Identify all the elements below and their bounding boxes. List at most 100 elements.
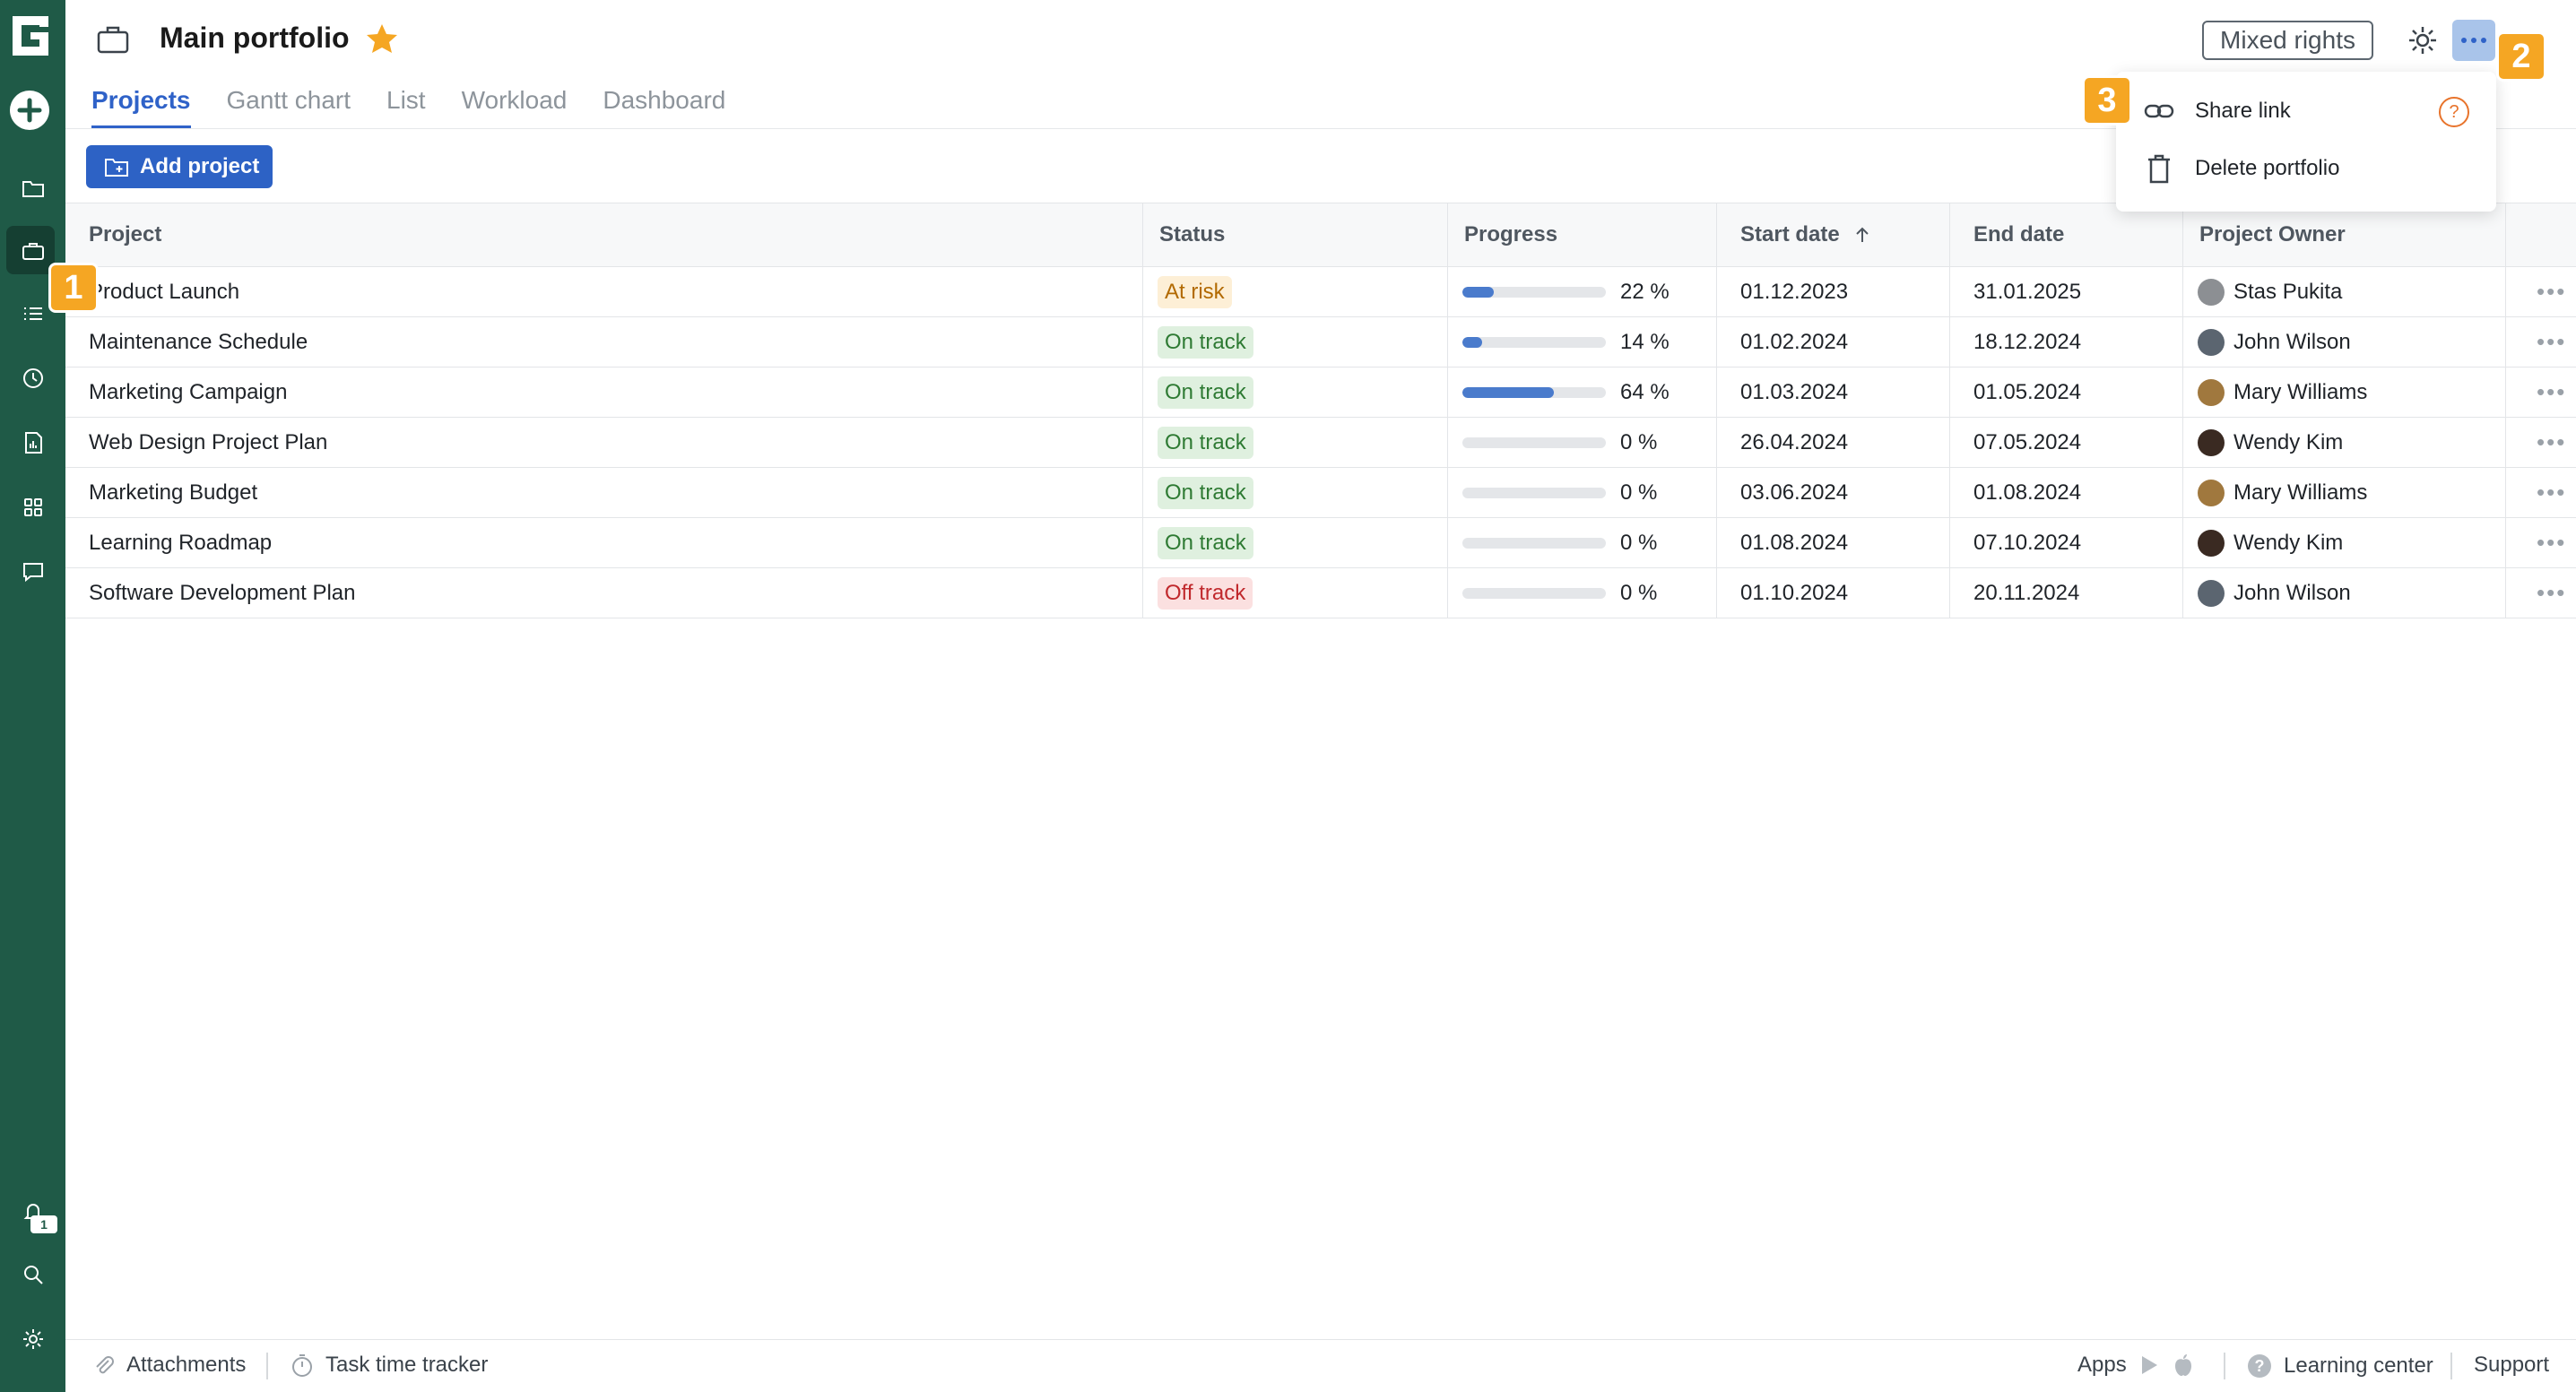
column-header-progress[interactable]: Progress (1448, 203, 1717, 266)
row-actions-cell[interactable]: ••• (2506, 317, 2576, 367)
project-name-cell[interactable]: Web Design Project Plan (65, 418, 1143, 467)
footer-attachments[interactable]: Attachments (92, 1353, 246, 1378)
footer-apps[interactable]: Apps (2077, 1353, 2195, 1378)
table-row[interactable]: Software Development Plan Off track 0 % 01.… (65, 568, 2576, 618)
project-name[interactable]: Product Launch (89, 280, 239, 305)
sidebar-item-chat[interactable] (0, 545, 65, 599)
project-name[interactable]: Maintenance Schedule (89, 330, 308, 355)
end-date-cell[interactable]: 20.11.2024 (1950, 568, 2183, 618)
end-date-cell[interactable]: 07.10.2024 (1950, 518, 2183, 567)
menu-item-share-link[interactable]: Share link (2143, 93, 2291, 129)
start-date-cell[interactable]: 01.02.2024 (1717, 317, 1950, 367)
status-badge[interactable]: At risk (1158, 275, 1232, 308)
end-date-cell[interactable]: 31.01.2025 (1950, 267, 2183, 316)
sidebar-item-time[interactable] (0, 351, 65, 405)
project-name-cell[interactable]: Marketing Campaign (65, 367, 1143, 417)
row-actions-cell[interactable]: ••• (2506, 418, 2576, 467)
project-name-cell[interactable]: Maintenance Schedule (65, 317, 1143, 367)
help-icon[interactable]: ? (2439, 97, 2469, 127)
column-header-end-date[interactable]: End date (1950, 203, 2183, 266)
status-badge[interactable]: On track (1158, 426, 1253, 459)
footer-time-tracker[interactable]: Task time tracker (290, 1353, 488, 1378)
row-more-icon[interactable]: ••• (2537, 479, 2566, 506)
column-header-status[interactable]: Status (1143, 203, 1448, 266)
end-date-cell[interactable]: 18.12.2024 (1950, 317, 2183, 367)
status-cell[interactable]: On track (1143, 317, 1448, 367)
row-more-icon[interactable]: ••• (2537, 378, 2566, 406)
row-more-icon[interactable]: ••• (2537, 529, 2566, 557)
status-cell[interactable]: On track (1143, 518, 1448, 567)
status-badge[interactable]: On track (1158, 476, 1253, 509)
table-row[interactable]: Product Launch At risk 22 % 01.12.2023 31.01… (65, 267, 2576, 317)
status-cell[interactable]: At risk (1143, 267, 1448, 316)
row-actions-cell[interactable]: ••• (2506, 367, 2576, 417)
sidebar-item-apps[interactable] (0, 480, 65, 534)
status-cell[interactable]: On track (1143, 418, 1448, 467)
status-badge[interactable]: On track (1158, 325, 1253, 359)
sidebar-item-projects[interactable] (0, 161, 65, 215)
row-more-icon[interactable]: ••• (2537, 328, 2566, 356)
column-header-project[interactable]: Project (65, 203, 1143, 266)
start-date-cell[interactable]: 03.06.2024 (1717, 468, 1950, 517)
table-row[interactable]: Learning Roadmap On track 0 % 01.08.2024 07.… (65, 518, 2576, 568)
row-actions-cell[interactable]: ••• (2506, 568, 2576, 618)
table-row[interactable]: Marketing Budget On track 0 % 03.06.2024 01.… (65, 468, 2576, 518)
table-row[interactable]: Web Design Project Plan On track 0 % 26.04.… (65, 418, 2576, 468)
row-more-icon[interactable]: ••• (2537, 579, 2566, 607)
end-date-cell[interactable]: 01.05.2024 (1950, 367, 2183, 417)
end-date-cell[interactable]: 01.08.2024 (1950, 468, 2183, 517)
sidebar-item-search[interactable] (0, 1248, 65, 1301)
project-name[interactable]: Marketing Campaign (89, 380, 287, 405)
owner-cell[interactable]: Wendy Kim (2183, 418, 2506, 467)
project-name-cell[interactable]: Product Launch (65, 267, 1143, 316)
google-play-icon[interactable] (2138, 1353, 2161, 1377)
owner-cell[interactable]: John Wilson (2183, 568, 2506, 618)
status-badge[interactable]: Off track (1158, 576, 1253, 610)
create-new-button[interactable] (10, 91, 49, 130)
sidebar-item-settings[interactable] (0, 1312, 65, 1366)
row-more-icon[interactable]: ••• (2537, 278, 2566, 306)
project-name[interactable]: Marketing Budget (89, 480, 257, 506)
tab-dashboard[interactable]: Dashboard (603, 81, 725, 129)
star-icon[interactable] (364, 22, 400, 57)
apple-icon[interactable] (2172, 1353, 2195, 1378)
table-row[interactable]: Marketing Campaign On track 64 % 01.03.2024… (65, 367, 2576, 418)
project-name-cell[interactable]: Software Development Plan (65, 568, 1143, 618)
settings-gear-icon[interactable] (2406, 23, 2440, 57)
project-name-cell[interactable]: Learning Roadmap (65, 518, 1143, 567)
status-cell[interactable]: On track (1143, 367, 1448, 417)
tab-projects[interactable]: Projects (91, 81, 191, 129)
tab-list[interactable]: List (386, 81, 426, 129)
owner-cell[interactable]: Mary Williams (2183, 367, 2506, 417)
start-date-cell[interactable]: 01.03.2024 (1717, 367, 1950, 417)
owner-cell[interactable]: John Wilson (2183, 317, 2506, 367)
sidebar-item-reports[interactable] (0, 416, 65, 470)
project-name[interactable]: Web Design Project Plan (89, 430, 327, 455)
rights-badge[interactable]: Mixed rights (2202, 21, 2373, 60)
tab-gantt-chart[interactable]: Gantt chart (227, 81, 351, 129)
table-row[interactable]: Maintenance Schedule On track 14 % 01.02.20… (65, 317, 2576, 367)
footer-support[interactable]: Support (2474, 1353, 2549, 1378)
start-date-cell[interactable]: 01.12.2023 (1717, 267, 1950, 316)
status-cell[interactable]: Off track (1143, 568, 1448, 618)
project-name-cell[interactable]: Marketing Budget (65, 468, 1143, 517)
footer-learning-center[interactable]: ? Learning center (2246, 1353, 2433, 1379)
row-actions-cell[interactable]: ••• (2506, 518, 2576, 567)
start-date-cell[interactable]: 26.04.2024 (1717, 418, 1950, 467)
end-date-cell[interactable]: 07.05.2024 (1950, 418, 2183, 467)
column-header-start-date[interactable]: Start date (1717, 203, 1950, 266)
status-badge[interactable]: On track (1158, 526, 1253, 559)
owner-cell[interactable]: Stas Pukita (2183, 267, 2506, 316)
owner-cell[interactable]: Mary Williams (2183, 468, 2506, 517)
sort-ascending-icon[interactable] (1852, 225, 1872, 245)
menu-item-delete-portfolio[interactable]: Delete portfolio (2143, 151, 2339, 186)
tab-workload[interactable]: Workload (462, 81, 568, 129)
owner-cell[interactable]: Wendy Kim (2183, 518, 2506, 567)
row-actions-cell[interactable]: ••• (2506, 267, 2576, 316)
project-name[interactable]: Software Development Plan (89, 581, 356, 606)
add-project-button[interactable]: Add project (86, 145, 273, 188)
status-badge[interactable]: On track (1158, 376, 1253, 409)
project-name[interactable]: Learning Roadmap (89, 531, 272, 556)
row-actions-cell[interactable]: ••• (2506, 468, 2576, 517)
start-date-cell[interactable]: 01.10.2024 (1717, 568, 1950, 618)
